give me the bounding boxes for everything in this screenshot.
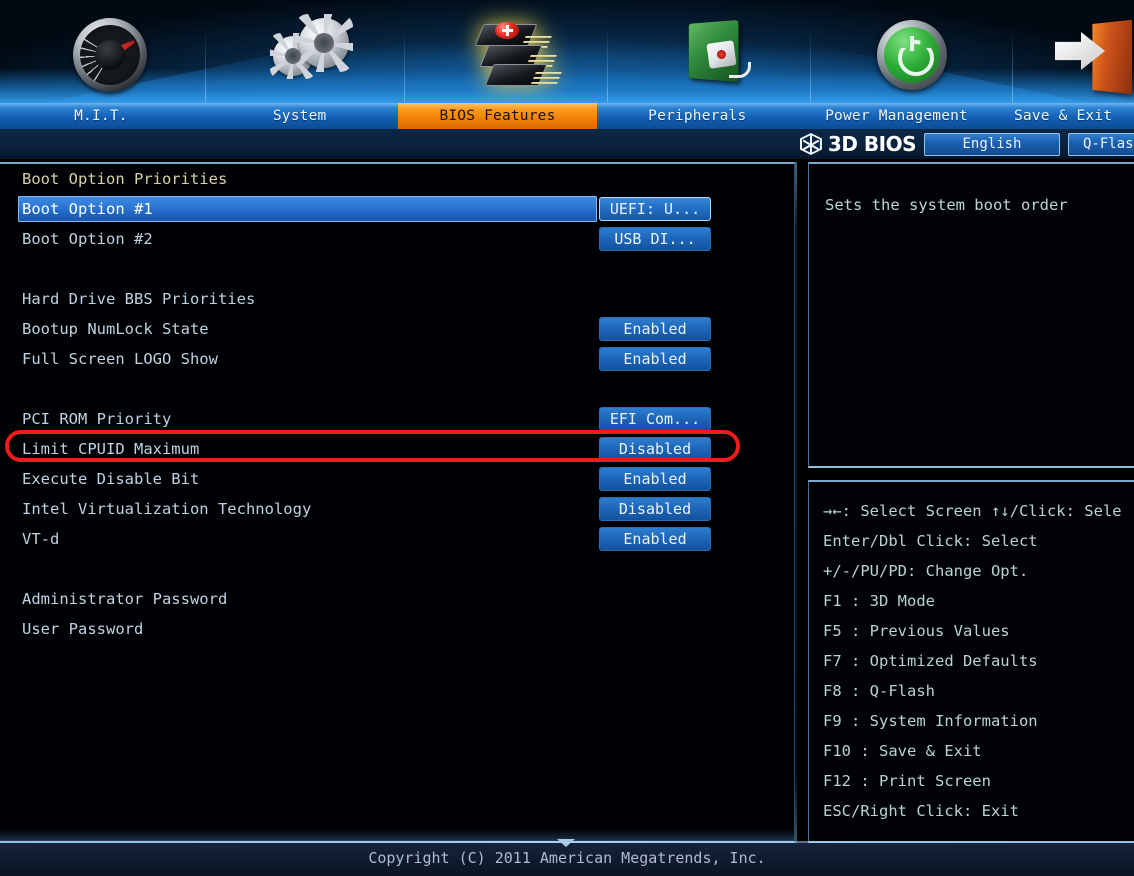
help-text: Sets the system boot order (825, 196, 1068, 214)
setting-value-button[interactable]: Enabled (599, 527, 711, 551)
tab-power-management[interactable]: Power Management (797, 103, 996, 129)
bios-setup-screen: M.I.T. System BIOS Features Peripherals … (0, 0, 1134, 876)
key-legend-line: F9 : System Information (823, 712, 1038, 730)
settings-panel: Boot Option Priorities Boot Option #1 UE… (0, 162, 795, 843)
setting-row-vt-d[interactable]: VT-d Enabled (0, 524, 795, 554)
key-legend-panel: →←: Select Screen ↑↓/Click: Sele Enter/D… (808, 480, 1134, 843)
setting-label: VT-d (22, 530, 60, 548)
setting-row-user-password[interactable]: User Password (0, 614, 795, 644)
key-legend-line: →←: Select Screen ↑↓/Click: Sele (823, 502, 1122, 520)
brand-3d-bios: 3D BIOS (827, 132, 917, 156)
header-divider (810, 28, 811, 102)
setting-row-boot-option-1[interactable]: Boot Option #1 UEFI: U... (0, 194, 795, 224)
key-legend-line: F8 : Q-Flash (823, 682, 935, 700)
setting-row-administrator-password[interactable]: Administrator Password (0, 584, 795, 614)
tab-peripherals[interactable]: Peripherals (597, 103, 797, 129)
setting-row-boot-option-2[interactable]: Boot Option #2 USB DI... (0, 224, 795, 254)
chip-stack-icon[interactable] (462, 14, 562, 94)
setting-value-button[interactable]: USB DI... (599, 227, 711, 251)
setting-label: Administrator Password (22, 590, 228, 608)
settings-list: Boot Option Priorities Boot Option #1 UE… (0, 164, 795, 644)
setting-value-button[interactable]: Disabled (599, 437, 711, 461)
settings-spacer (0, 254, 795, 284)
key-legend-line: Enter/Dbl Click: Select (823, 532, 1038, 550)
key-legend-line: F5 : Previous Values (823, 622, 1010, 640)
tab-bios-features[interactable]: BIOS Features (397, 103, 598, 129)
header-floor-glow (0, 69, 1134, 103)
settings-heading-boot-priorities: Boot Option Priorities (0, 164, 795, 194)
key-legend-line: F1 : 3D Mode (823, 592, 935, 610)
q-flash-button[interactable]: Q-Flash (1068, 132, 1134, 156)
setting-label: Execute Disable Bit (22, 470, 200, 488)
key-legend-line: F7 : Optimized Defaults (823, 652, 1038, 670)
settings-spacer (0, 554, 795, 584)
speedometer-icon[interactable] (62, 14, 158, 94)
copyright-text: Copyright (C) 2011 American Megatrends, … (368, 849, 766, 867)
key-legend-list: →←: Select Screen ↑↓/Click: Sele Enter/D… (823, 496, 1134, 826)
header-divider (1012, 28, 1013, 102)
setting-value-button[interactable]: Disabled (599, 497, 711, 521)
key-legend-line: F12 : Print Screen (823, 772, 991, 790)
key-legend-line: +/-/PU/PD: Change Opt. (823, 562, 1029, 580)
gears-icon[interactable] (265, 14, 361, 94)
exit-door-icon[interactable] (1050, 14, 1134, 95)
main-tab-bar: M.I.T. System BIOS Features Peripherals … (0, 103, 1134, 129)
language-button[interactable]: English (924, 132, 1060, 156)
power-button-icon[interactable] (864, 14, 960, 94)
socket-plug-icon[interactable] (667, 14, 763, 94)
settings-spacer (0, 374, 795, 404)
setting-value-button[interactable]: UEFI: U... (599, 197, 711, 221)
setting-label: Bootup NumLock State (22, 320, 209, 338)
setting-row-intel-virtualization-technology[interactable]: Intel Virtualization Technology Disabled (0, 494, 795, 524)
setting-row-hard-drive-bbs-priorities[interactable]: Hard Drive BBS Priorities (0, 284, 795, 314)
setting-label: Boot Option #1 (22, 200, 153, 218)
tab-system[interactable]: System (202, 103, 398, 129)
tab-save-and-exit[interactable]: Save & Exit (996, 103, 1134, 129)
setting-row-limit-cpuid-maximum[interactable]: Limit CPUID Maximum Disabled (0, 434, 795, 464)
setting-label: PCI ROM Priority (22, 410, 172, 428)
settings-heading-label: Boot Option Priorities (22, 170, 228, 188)
panel-divider (795, 162, 797, 843)
utility-bar: 3D BIOS English Q-Flash (0, 129, 1134, 159)
setting-label: Full Screen LOGO Show (22, 350, 218, 368)
setting-label: Limit CPUID Maximum (22, 440, 200, 458)
setting-label: Hard Drive BBS Priorities (22, 290, 256, 308)
setting-value-button[interactable]: Enabled (599, 317, 711, 341)
header-divider (205, 28, 206, 102)
setting-value-button[interactable]: EFI Com... (599, 407, 711, 431)
hex-cube-icon (799, 132, 822, 156)
header-divider (607, 28, 608, 102)
key-legend-line: ESC/Right Click: Exit (823, 802, 1019, 820)
tab-mit[interactable]: M.I.T. (0, 103, 202, 129)
setting-row-full-screen-logo-show[interactable]: Full Screen LOGO Show Enabled (0, 344, 795, 374)
setting-value-button[interactable]: Enabled (599, 347, 711, 371)
key-legend-line: F10 : Save & Exit (823, 742, 982, 760)
footer-notch-marker (557, 839, 575, 847)
setting-row-bootup-numlock-state[interactable]: Bootup NumLock State Enabled (0, 314, 795, 344)
setting-label: User Password (22, 620, 144, 638)
footer-bar: Copyright (C) 2011 American Megatrends, … (0, 839, 1134, 876)
setting-value-button[interactable]: Enabled (599, 467, 711, 491)
setting-row-execute-disable-bit[interactable]: Execute Disable Bit Enabled (0, 464, 795, 494)
header-icon-bar (0, 0, 1134, 103)
setting-label: Intel Virtualization Technology (22, 500, 312, 518)
setting-row-pci-rom-priority[interactable]: PCI ROM Priority EFI Com... (0, 404, 795, 434)
setting-label: Boot Option #2 (22, 230, 153, 248)
header-divider (404, 28, 405, 102)
help-panel: Sets the system boot order (808, 162, 1134, 468)
